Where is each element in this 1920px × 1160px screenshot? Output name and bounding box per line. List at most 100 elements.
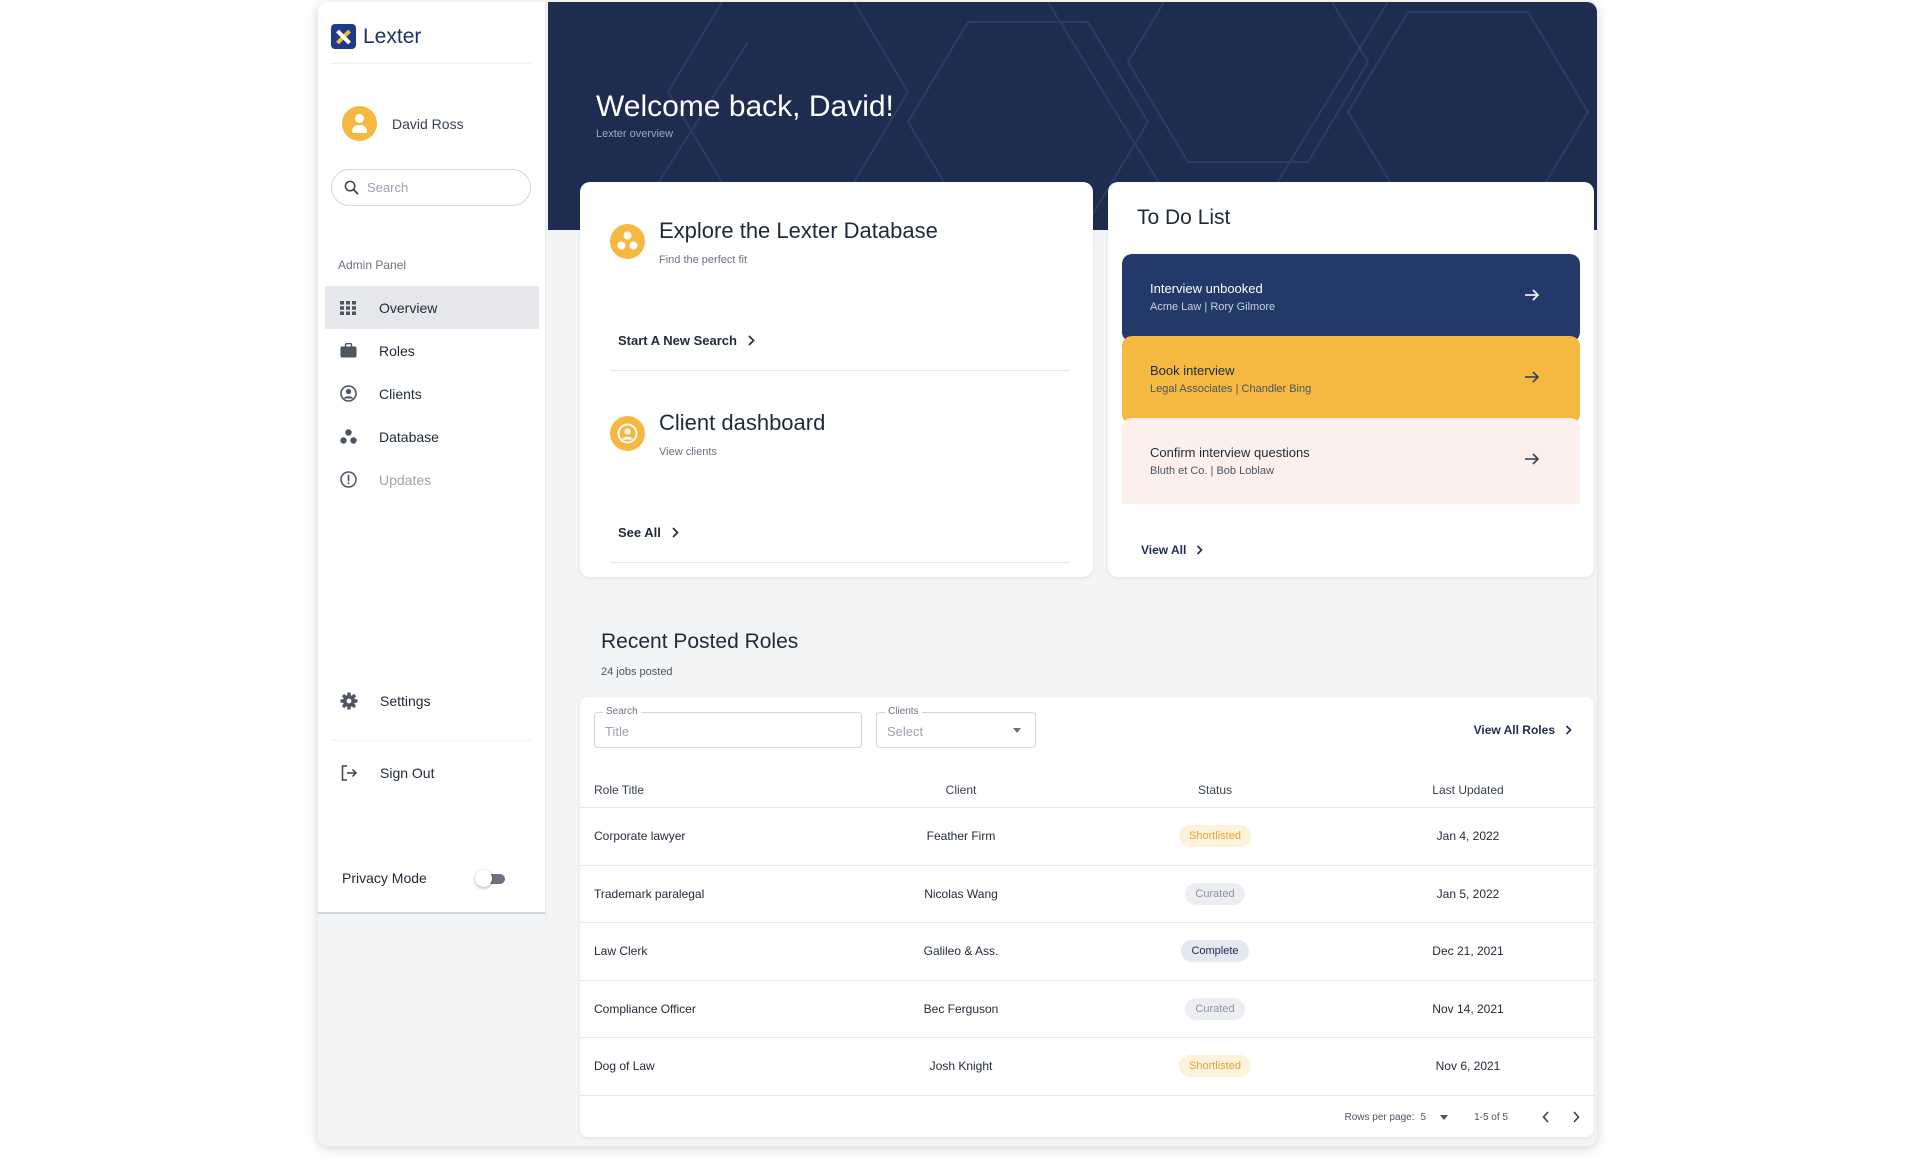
sign-out-label: Sign Out — [380, 765, 435, 781]
section-label: Admin Panel — [338, 258, 407, 272]
settings-button[interactable]: Settings — [340, 692, 431, 710]
sidebar-item-label: Clients — [379, 385, 422, 402]
link-label: View All — [1141, 543, 1187, 557]
field-label: Search — [603, 706, 641, 717]
privacy-mode: Privacy Mode — [342, 870, 505, 887]
table-row[interactable]: Dog of Law Josh Knight Shortlisted Nov 6… — [580, 1038, 1594, 1096]
cell-status: Shortlisted — [1088, 1038, 1342, 1095]
cell-last-updated: Nov 14, 2021 — [1432, 1001, 1504, 1016]
app-window: Lexter David Ross Admin Panel Overview — [318, 2, 1597, 1146]
table-row[interactable]: Law Clerk Galileo & Ass. Complete Dec 21… — [580, 923, 1594, 981]
arrow-right-icon — [1525, 289, 1540, 301]
client-dashboard-title: Client dashboard — [659, 410, 826, 435]
user-circle-icon — [339, 385, 357, 403]
cell-client: Bec Ferguson — [923, 1001, 999, 1016]
alert-circle-icon — [339, 471, 357, 489]
user-profile[interactable]: David Ross — [342, 106, 464, 141]
divider — [331, 63, 531, 64]
cell-last-updated: Dec 21, 2021 — [1432, 944, 1504, 959]
todo-title: To Do List — [1137, 206, 1231, 229]
search-icon — [344, 180, 359, 195]
lexter-logo-icon — [331, 24, 356, 49]
status-badge: Curated — [1185, 882, 1245, 905]
sidebar: Lexter David Ross Admin Panel Overview — [318, 2, 546, 914]
sidebar-item-updates[interactable]: Updates — [325, 458, 539, 501]
sidebar-nav: Overview Roles Clients Database Updates — [325, 286, 539, 501]
rows-per-page-select[interactable]: 5 — [1421, 1112, 1449, 1123]
todo-item[interactable]: Interview unbooked Acme Law | Rory Gilmo… — [1122, 254, 1580, 342]
view-all-roles-link[interactable]: View All Roles — [1474, 723, 1572, 737]
table-row[interactable]: Compliance Officer Bec Ferguson Curated … — [580, 981, 1594, 1038]
cell-role-title: Trademark paralegal — [594, 886, 705, 901]
chevron-right-icon — [748, 335, 755, 346]
privacy-mode-label: Privacy Mode — [342, 870, 427, 886]
title-search-field[interactable]: Search Title — [594, 706, 862, 748]
sign-out-button[interactable]: Sign Out — [340, 764, 434, 782]
sign-out-icon — [341, 765, 358, 781]
explore-database-feature: Explore the Lexter Database Find the per… — [610, 218, 938, 266]
caret-down-icon — [1013, 728, 1021, 733]
table-row[interactable]: Trademark paralegal Nicolas Wang Curated… — [580, 866, 1594, 923]
see-all-clients-link[interactable]: See All — [618, 525, 679, 540]
chevron-right-icon — [1197, 545, 1203, 555]
sidebar-item-label: Updates — [379, 471, 432, 488]
table-header: Role Title Client Status Last Updated — [580, 772, 1594, 808]
sidebar-item-clients[interactable]: Clients — [325, 372, 539, 415]
chevron-left-icon — [1542, 1111, 1549, 1123]
cell-role-title: Dog of Law — [594, 1059, 655, 1074]
cell-client: Nicolas Wang — [924, 886, 998, 901]
column-header-status[interactable]: Status — [1088, 772, 1342, 807]
title-search-placeholder: Title — [605, 724, 630, 739]
rows-per-page-label: Rows per page: — [1344, 1111, 1415, 1123]
sidebar-search — [331, 169, 531, 206]
privacy-mode-toggle[interactable] — [474, 870, 505, 887]
sidebar-item-roles[interactable]: Roles — [325, 329, 539, 372]
cell-last-updated: Jan 5, 2022 — [1436, 886, 1500, 901]
explore-title: Explore the Lexter Database — [659, 218, 938, 243]
todo-item[interactable]: Confirm interview questions Bluth et Co.… — [1122, 418, 1580, 504]
explore-subtitle: Find the perfect fit — [659, 254, 748, 266]
table-row[interactable]: Corporate lawyer Feather Firm Shortliste… — [580, 808, 1594, 866]
status-badge: Shortlisted — [1179, 1055, 1251, 1078]
column-header-last-updated[interactable]: Last Updated — [1342, 772, 1594, 807]
chevron-right-icon — [1565, 725, 1572, 735]
prev-page-button[interactable] — [1542, 1111, 1550, 1123]
chevron-right-icon — [672, 527, 679, 538]
status-badge: Shortlisted — [1179, 825, 1251, 848]
search-input[interactable] — [367, 180, 517, 195]
todo-item[interactable]: Book interview Legal Associates | Chandl… — [1122, 336, 1580, 424]
arrow-right-icon — [1525, 453, 1540, 465]
column-header-client[interactable]: Client — [834, 772, 1088, 807]
page-subtitle: Lexter overview — [596, 128, 674, 140]
sidebar-item-database[interactable]: Database — [325, 415, 539, 458]
user-circle-icon — [610, 416, 645, 451]
database-icon — [610, 224, 645, 259]
next-page-button[interactable] — [1572, 1111, 1580, 1123]
clients-select-placeholder: Select — [887, 724, 924, 739]
todo-item-title: Interview unbooked — [1150, 281, 1263, 296]
cell-client: Galileo & Ass. — [923, 944, 999, 959]
avatar — [342, 106, 377, 141]
brand[interactable]: Lexter — [331, 24, 421, 49]
link-label: View All Roles — [1473, 723, 1555, 737]
page-range: 1-5 of 5 — [1474, 1111, 1508, 1123]
chevron-right-icon — [1573, 1111, 1580, 1123]
start-new-search-link[interactable]: Start A New Search — [618, 333, 755, 348]
cell-status: Shortlisted — [1088, 808, 1342, 865]
briefcase-icon — [339, 342, 357, 360]
table-body: Corporate lawyer Feather Firm Shortliste… — [580, 808, 1594, 1096]
status-badge: Complete — [1181, 940, 1249, 963]
todo-item-title: Book interview — [1150, 363, 1235, 378]
clients-select[interactable]: Clients Select — [876, 706, 1036, 748]
explore-card: Explore the Lexter Database Find the per… — [580, 182, 1093, 577]
sidebar-item-label: Database — [379, 428, 439, 445]
cell-status: Curated — [1088, 981, 1342, 1038]
cell-role-title: Compliance Officer — [594, 1001, 696, 1016]
todo-item-title: Confirm interview questions — [1150, 445, 1310, 460]
sidebar-item-overview[interactable]: Overview — [325, 286, 539, 329]
column-header-role-title[interactable]: Role Title — [580, 772, 834, 807]
link-label: See All — [618, 525, 661, 540]
cell-last-updated: Nov 6, 2021 — [1435, 1059, 1501, 1074]
client-dashboard-subtitle: View clients — [659, 446, 717, 458]
view-all-todos-link[interactable]: View All — [1141, 543, 1203, 557]
